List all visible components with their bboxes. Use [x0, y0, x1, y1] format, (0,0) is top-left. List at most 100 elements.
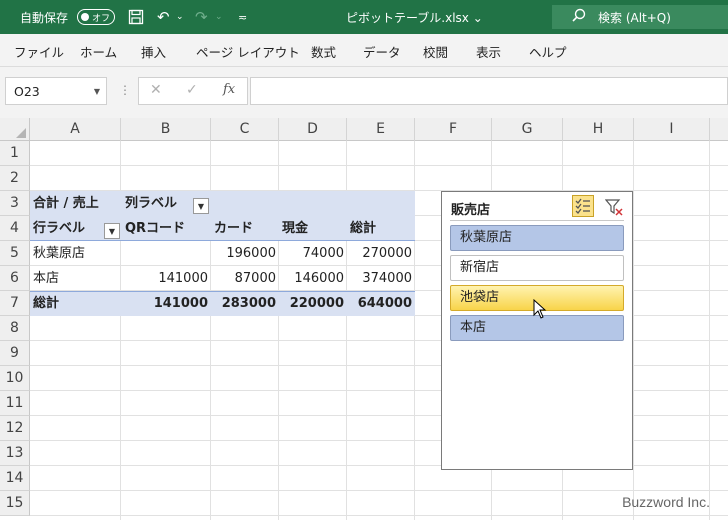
filter-icon: ▼: [108, 226, 116, 236]
slicer-divider: [450, 220, 624, 221]
column-header-c[interactable]: C: [211, 118, 279, 141]
cancel-icon[interactable]: ✕: [150, 82, 162, 98]
enter-icon[interactable]: ✓: [186, 82, 198, 98]
row-header-10[interactable]: 10: [0, 366, 30, 391]
tab-help[interactable]: ヘルプ: [529, 42, 567, 61]
formula-bar: O23 ▼ ⋮ ✕ ✓ fx: [0, 67, 728, 118]
row-header-7[interactable]: 7: [0, 291, 30, 316]
pivot-cell[interactable]: 146000: [279, 266, 347, 291]
pivot-total-cell[interactable]: 141000: [121, 291, 211, 316]
chevron-down-icon: ▼: [197, 201, 205, 211]
row-header-2[interactable]: 2: [0, 166, 30, 191]
gridline: [30, 515, 728, 516]
pivot-cell[interactable]: 374000: [347, 266, 415, 291]
pivot-col-header[interactable]: 総計: [350, 216, 414, 241]
multi-select-button[interactable]: [572, 195, 594, 217]
search-icon: [572, 8, 586, 26]
gridline: [633, 141, 634, 520]
column-header-g[interactable]: G: [492, 118, 563, 141]
slicer-item-shinjuku[interactable]: 新宿店: [450, 255, 624, 281]
row-header-3[interactable]: 3: [0, 191, 30, 216]
column-header-e[interactable]: E: [347, 118, 415, 141]
tab-file[interactable]: ファイル: [14, 42, 64, 61]
autosave-state: オフ: [92, 13, 111, 24]
search-box[interactable]: 検索 (Alt+Q): [552, 5, 728, 29]
chevron-down-icon[interactable]: ▼: [94, 87, 100, 96]
row-header-12[interactable]: 12: [0, 416, 30, 441]
row-filter-button[interactable]: ▼: [104, 223, 120, 239]
redo-icon[interactable]: ↷: [195, 0, 208, 34]
column-header-i[interactable]: I: [634, 118, 710, 141]
pivot-col-header[interactable]: カード: [214, 216, 278, 241]
row-header-4[interactable]: 4: [0, 216, 30, 241]
tab-home[interactable]: ホーム: [80, 42, 117, 61]
undo-dropdown-icon[interactable]: ⌄: [176, 0, 184, 34]
tab-data[interactable]: データ: [363, 42, 401, 61]
gridline: [30, 490, 728, 491]
pivot-total-cell[interactable]: 220000: [279, 291, 347, 316]
document-title[interactable]: ピボットテーブル.xlsx ⌄: [346, 0, 483, 34]
pivot-col-header[interactable]: 現金: [282, 216, 346, 241]
select-all-button[interactable]: [0, 118, 30, 141]
ribbon-tabs: ファイル ホーム 挿入 ページ レイアウト 数式 データ 校閲 表示 ヘルプ: [0, 34, 728, 67]
formula-input[interactable]: [250, 77, 728, 105]
multi-select-icon: [575, 198, 590, 214]
column-headers: A B C D E F G H I: [0, 118, 728, 141]
pivot-cell[interactable]: 270000: [347, 241, 415, 266]
slicer-item-akihabara[interactable]: 秋葉原店: [450, 225, 624, 251]
row-header-9[interactable]: 9: [0, 341, 30, 366]
pivot-row-name[interactable]: 秋葉原店: [33, 241, 121, 266]
cell-reference: O23: [14, 83, 40, 99]
pivot-cell[interactable]: 74000: [279, 241, 347, 266]
row-header-13[interactable]: 13: [0, 441, 30, 466]
autosave-toggle[interactable]: オフ: [77, 9, 115, 25]
slicer-panel[interactable]: 販売店 秋葉原店 新宿店 池袋店 本店: [441, 191, 633, 470]
tab-view[interactable]: 表示: [476, 42, 501, 61]
clear-filter-icon: [605, 199, 623, 216]
pivot-col-header[interactable]: QRコード: [125, 216, 211, 241]
column-header-a[interactable]: A: [30, 118, 121, 141]
pivot-row-name[interactable]: 本店: [33, 266, 121, 291]
select-all-icon: [16, 128, 26, 138]
mouse-cursor-icon: [533, 298, 547, 323]
autosave-label: 自動保存: [20, 10, 69, 25]
column-header-f[interactable]: F: [415, 118, 492, 141]
row-header-15[interactable]: 15: [0, 491, 30, 516]
row-header-1[interactable]: 1: [0, 141, 30, 166]
pivot-cell[interactable]: [121, 241, 211, 266]
tab-review[interactable]: 校閲: [423, 42, 448, 61]
pivot-column-label[interactable]: 列ラベル: [125, 191, 195, 216]
insert-function-icon[interactable]: fx: [223, 82, 235, 97]
pivot-total-cell[interactable]: 283000: [211, 291, 279, 316]
tab-insert[interactable]: 挿入: [141, 42, 166, 61]
column-header-d[interactable]: D: [279, 118, 347, 141]
pivot-value-label[interactable]: 合計 / 売上: [33, 191, 125, 216]
name-box[interactable]: O23 ▼: [5, 77, 107, 105]
row-header-11[interactable]: 11: [0, 391, 30, 416]
pivot-cell[interactable]: 196000: [211, 241, 279, 266]
undo-icon[interactable]: ↶: [157, 0, 170, 34]
gridline: [30, 165, 728, 166]
column-header-h[interactable]: H: [563, 118, 634, 141]
row-header-6[interactable]: 6: [0, 266, 30, 291]
resize-handle-icon[interactable]: ⋮: [119, 83, 131, 97]
redo-dropdown-icon[interactable]: ⌄: [215, 0, 223, 34]
row-header-8[interactable]: 8: [0, 316, 30, 341]
row-header-5[interactable]: 5: [0, 241, 30, 266]
watermark: Buzzword Inc.: [622, 494, 710, 510]
pivot-cell[interactable]: 141000: [121, 266, 211, 291]
pivot-row-label[interactable]: 行ラベル: [33, 216, 103, 241]
customize-qat-icon[interactable]: ≂: [238, 0, 247, 34]
pivot-total-label[interactable]: 総計: [33, 291, 121, 316]
tab-formulas[interactable]: 数式: [311, 42, 336, 61]
formula-buttons: ✕ ✓ fx: [138, 77, 248, 105]
row-header-14[interactable]: 14: [0, 466, 30, 491]
column-filter-button[interactable]: ▼: [193, 198, 209, 214]
clear-filter-button[interactable]: [603, 196, 625, 218]
tab-page-layout[interactable]: ページ レイアウト: [196, 42, 300, 61]
pivot-cell[interactable]: 87000: [211, 266, 279, 291]
save-icon[interactable]: [128, 0, 144, 34]
pivot-total-cell[interactable]: 644000: [347, 291, 415, 316]
column-header-b[interactable]: B: [121, 118, 211, 141]
gridline: [709, 141, 710, 520]
